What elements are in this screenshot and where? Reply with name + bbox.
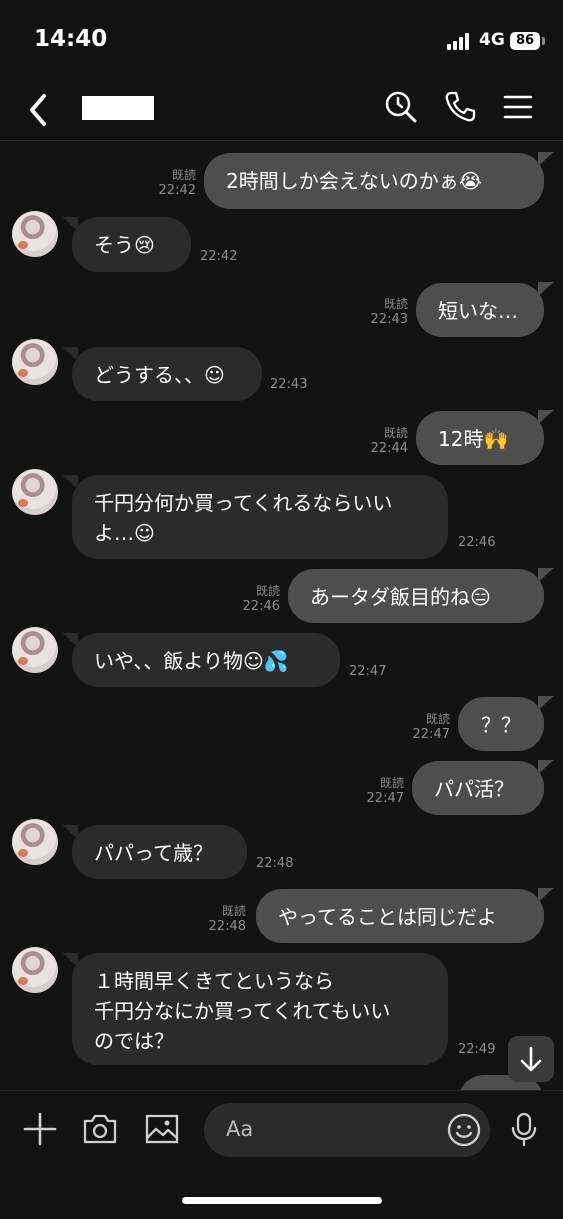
- search-history-icon[interactable]: [384, 90, 418, 124]
- avatar[interactable]: [12, 211, 58, 257]
- read-receipt: 既読: [171, 168, 196, 182]
- avatar[interactable]: [12, 469, 58, 515]
- message-time: 22:47: [349, 664, 387, 679]
- status-time: 14:40: [34, 26, 108, 52]
- message-time: 22:46: [458, 535, 496, 550]
- read-receipt: 既読: [383, 297, 408, 311]
- message-meta: 既読 22:42: [140, 167, 196, 199]
- message-meta: 既読 22:47: [394, 711, 450, 743]
- message-input-placeholder: Aa: [226, 1117, 254, 1141]
- message-time: 22:47: [366, 791, 404, 806]
- emoji-icon[interactable]: [446, 1112, 482, 1148]
- bubble-tail: [62, 825, 78, 839]
- contact-name-redacted[interactable]: [82, 96, 154, 120]
- message-bubble[interactable]: パパって歳？: [72, 825, 247, 879]
- avatar[interactable]: [12, 627, 58, 673]
- message-time: 22:43: [370, 312, 408, 327]
- message-bubble[interactable]: やってることは同じだよ: [256, 889, 544, 943]
- message-time: 22:49: [458, 1042, 496, 1057]
- image-icon[interactable]: [144, 1111, 180, 1147]
- read-receipt: 既読: [255, 584, 280, 598]
- bubble-tail: [538, 568, 554, 582]
- chat-header: [0, 80, 563, 141]
- bubble-tail: [538, 760, 554, 774]
- message-time: 22:48: [208, 919, 246, 934]
- phone-icon[interactable]: [443, 90, 477, 124]
- message-bubble[interactable]: いや、、飯より物☺💦: [72, 633, 340, 687]
- read-receipt: 既読: [379, 776, 404, 790]
- message-bubble[interactable]: どうする、、☺: [72, 347, 262, 401]
- message-meta: 既読 22:44: [352, 425, 408, 457]
- message-meta: 既読 22:43: [352, 296, 408, 328]
- message-input[interactable]: Aa: [204, 1103, 490, 1157]
- back-icon[interactable]: [24, 90, 56, 130]
- arrow-down-icon: [520, 1046, 542, 1072]
- message-time: 22:46: [242, 599, 280, 614]
- message-bubble[interactable]: そう😢: [72, 217, 191, 272]
- message-time: 22:44: [370, 441, 408, 456]
- message-time: 22:47: [412, 727, 450, 742]
- bubble-tail: [62, 475, 78, 489]
- message-time: 22:48: [256, 856, 294, 871]
- battery-tip: [542, 37, 545, 45]
- avatar[interactable]: [12, 819, 58, 865]
- message-bubble[interactable]: ？？: [458, 697, 544, 751]
- message-time: 22:42: [158, 183, 196, 198]
- message-time: 22:42: [200, 249, 238, 264]
- read-receipt: 既読: [383, 426, 408, 440]
- status-bar: 14:40 4G 86: [0, 0, 563, 80]
- message-bubble[interactable]: 千円分何か買ってくれるならいい よ…☺: [72, 475, 448, 559]
- bubble-tail: [62, 217, 78, 231]
- message-meta: 既読 22:46: [224, 583, 280, 615]
- message-bubble[interactable]: あータダ飯目的ね😑: [288, 569, 544, 623]
- signal-icon: [447, 32, 473, 50]
- message-bubble[interactable]: パパ活？: [412, 761, 544, 815]
- avatar[interactable]: [12, 339, 58, 385]
- bubble-tail: [538, 152, 554, 166]
- message-bubble[interactable]: 短いな…: [416, 283, 544, 337]
- bubble-tail: [538, 410, 554, 424]
- read-receipt: 既読: [425, 712, 450, 726]
- home-indicator: [182, 1197, 382, 1204]
- avatar[interactable]: [12, 947, 58, 993]
- bubble-tail: [62, 633, 78, 647]
- scroll-to-bottom-button[interactable]: [508, 1036, 554, 1082]
- plus-icon[interactable]: [22, 1111, 58, 1147]
- bubble-tail: [538, 282, 554, 296]
- bubble-tail: [62, 953, 78, 967]
- message-meta: 既読 22:48: [190, 903, 246, 935]
- message-meta: 既読 22:47: [348, 775, 404, 807]
- menu-icon[interactable]: [501, 90, 535, 124]
- message-bubble[interactable]: １時間早くきてというなら 千円分なにか買ってくれてもいい のでは？: [72, 953, 448, 1065]
- message-bubble[interactable]: 12時🙌: [416, 411, 544, 465]
- battery-icon: 86: [510, 32, 540, 50]
- read-receipt: 既読: [221, 904, 246, 918]
- mic-icon[interactable]: [506, 1111, 542, 1147]
- message-time: 22:43: [270, 377, 308, 392]
- chat-area[interactable]: 2時間しか会えないのかぁ😭 既読 22:42 そう😢 22:42 短いな… 既読 2…: [0, 141, 563, 1090]
- message-bubble[interactable]: 2時間しか会えないのかぁ😭: [204, 153, 544, 209]
- bubble-tail: [538, 696, 554, 710]
- camera-icon[interactable]: [82, 1111, 118, 1147]
- bubble-tail: [62, 347, 78, 361]
- network-type: 4G: [479, 30, 505, 50]
- bubble-tail: [538, 888, 554, 902]
